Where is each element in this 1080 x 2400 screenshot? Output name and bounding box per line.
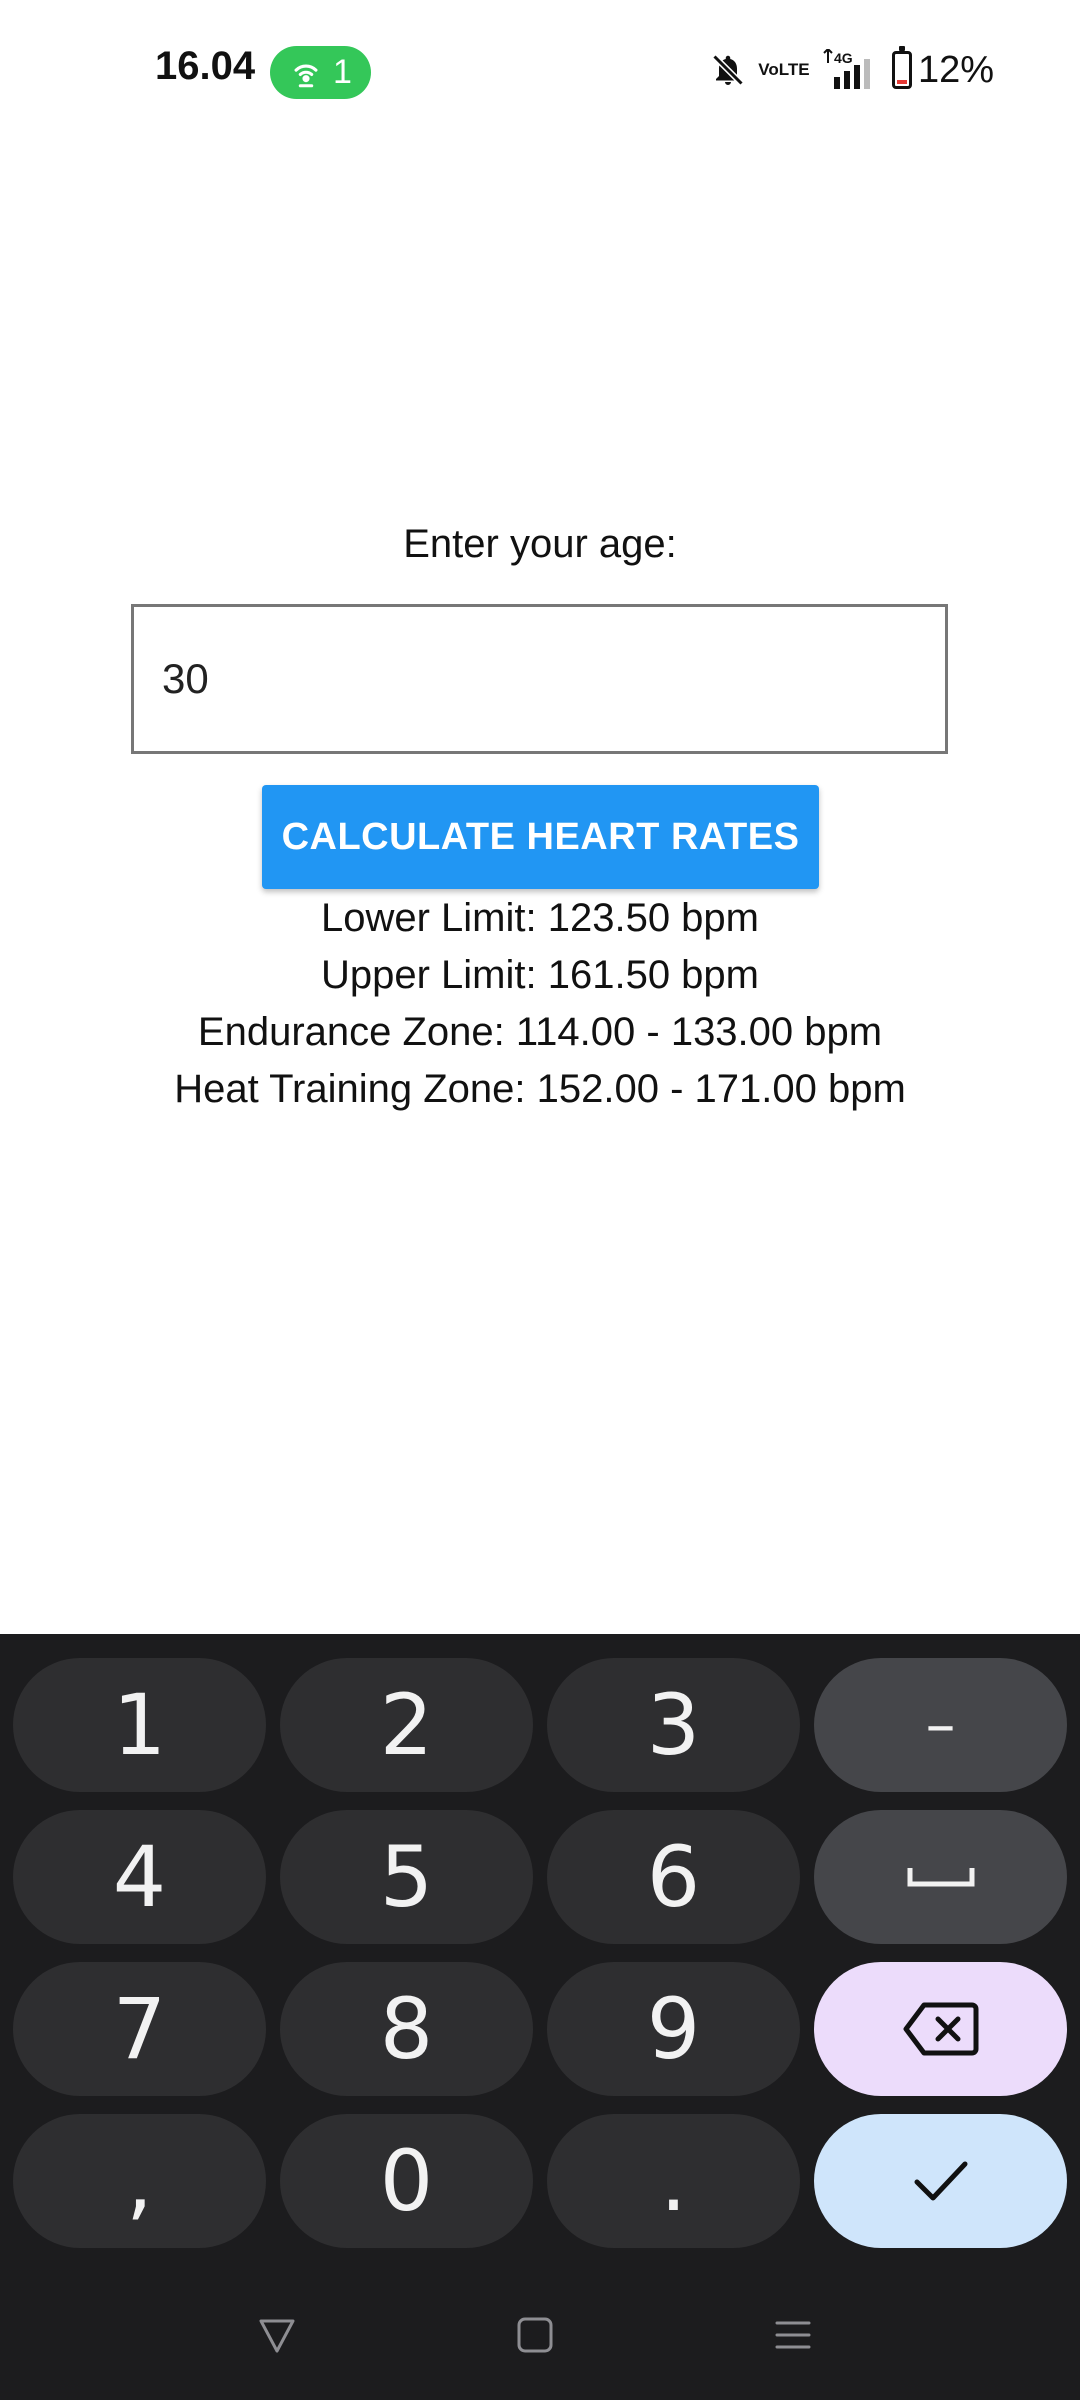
- svg-text:4G: 4G: [834, 50, 853, 66]
- status-bar: 16.04 1 Vo LTE 4G 12%: [0, 0, 1080, 140]
- key-7[interactable]: 7: [13, 1962, 266, 2096]
- key-5[interactable]: 5: [280, 1810, 533, 1944]
- key-period[interactable]: .: [547, 2114, 800, 2248]
- signal-4g-icon: 4G: [820, 48, 876, 92]
- key-2[interactable]: 2: [280, 1658, 533, 1792]
- enter-key[interactable]: [814, 2114, 1067, 2248]
- recents-icon: [775, 2321, 811, 2349]
- key-0[interactable]: 0: [280, 2114, 533, 2248]
- space-bar-icon: [907, 1868, 974, 1887]
- upper-limit-text: Upper Limit: 161.50 bpm: [320, 953, 759, 997]
- back-icon: [259, 2319, 295, 2353]
- key-3[interactable]: 3: [547, 1658, 800, 1792]
- results-panel: Lower Limit: 123.50 bpm Upper Limit: 161…: [0, 890, 1080, 1118]
- volte-icon: Vo LTE: [758, 60, 810, 79]
- back-button[interactable]: [252, 2310, 302, 2360]
- screen: 16.04 1 Vo LTE 4G 12% Enter your age: 30…: [0, 0, 1080, 2400]
- mute-bell-icon: [708, 48, 748, 92]
- key-minus[interactable]: –: [814, 1658, 1067, 1792]
- key-comma[interactable]: ,: [13, 2114, 266, 2248]
- key-8[interactable]: 8: [280, 1962, 533, 2096]
- recents-button[interactable]: [768, 2310, 818, 2360]
- heat-training-zone-text: Heat Training Zone: 152.00 - 171.00 bpm: [174, 1067, 906, 1111]
- battery-percent: 12%: [917, 48, 994, 91]
- age-input[interactable]: [131, 604, 948, 754]
- home-icon: [517, 2317, 553, 2353]
- navigation-bar: [0, 2260, 1080, 2400]
- hotspot-indicator[interactable]: 1: [270, 46, 371, 99]
- age-prompt-label: Enter your age:: [403, 522, 677, 566]
- calculate-heart-rates-button[interactable]: CALCULATE HEART RATES: [262, 785, 819, 889]
- key-9[interactable]: 9: [547, 1962, 800, 2096]
- key-4[interactable]: 4: [13, 1810, 266, 1944]
- backspace-icon: [903, 2002, 978, 2056]
- key-1[interactable]: 1: [13, 1658, 266, 1792]
- hotspot-count: 1: [333, 53, 352, 91]
- battery-icon: [891, 46, 912, 89]
- space-key[interactable]: [814, 1810, 1067, 1944]
- checkmark-icon: [914, 2161, 967, 2201]
- battery-indicator: 12%: [891, 46, 994, 92]
- endurance-zone-text: Endurance Zone: 114.00 - 133.00 bpm: [197, 1010, 883, 1054]
- lower-limit-text: Lower Limit: 123.50 bpm: [320, 896, 759, 940]
- key-6[interactable]: 6: [547, 1810, 800, 1944]
- backspace-key[interactable]: [814, 1962, 1067, 2096]
- home-button[interactable]: [510, 2310, 560, 2360]
- status-time: 16.04: [155, 44, 256, 88]
- status-icons: Vo LTE 4G 12%: [708, 46, 994, 92]
- hotspot-icon: [294, 64, 318, 87]
